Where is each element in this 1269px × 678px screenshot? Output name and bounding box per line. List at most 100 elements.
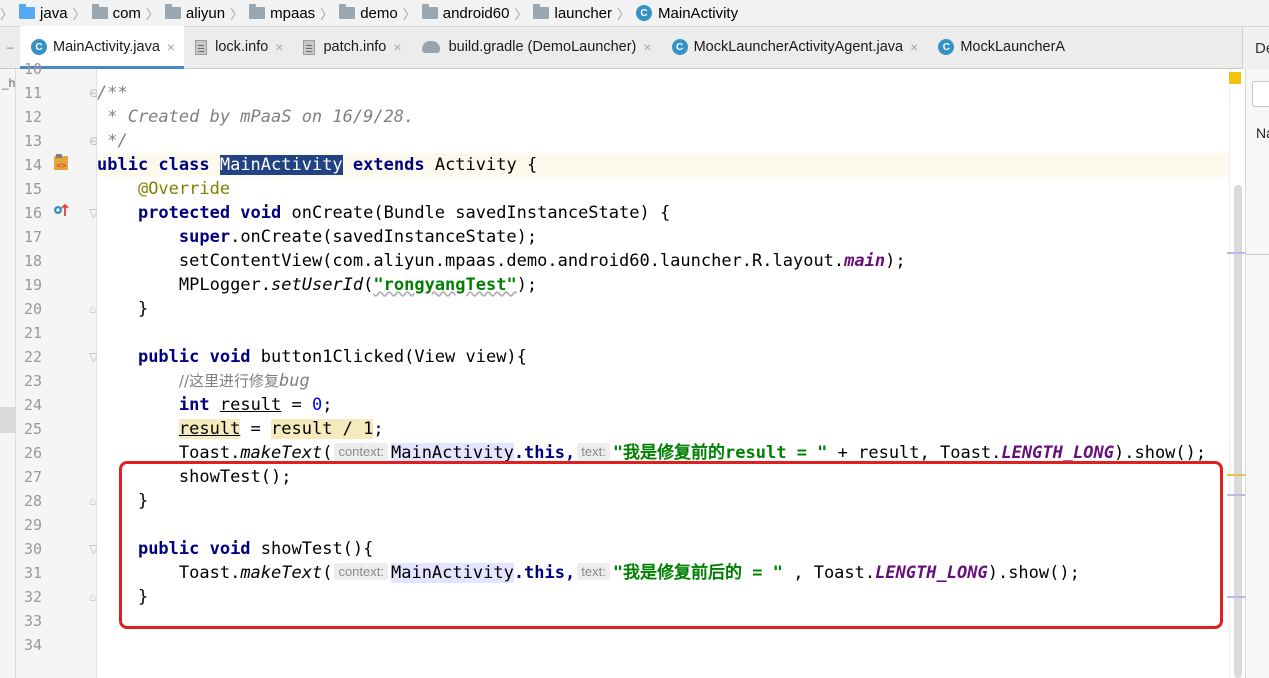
code-line-current: ublic class MainActivity extends Activit… <box>97 153 1229 177</box>
code-text: onCreate(Bundle savedInstanceState) { <box>291 203 671 223</box>
string-literal: "我是修复前的result = " <box>612 443 828 463</box>
breadcrumb-item-android60[interactable]: android60 <box>420 0 509 27</box>
keyword: public void <box>137 539 251 559</box>
line-number: 19 <box>24 276 43 294</box>
line-number: 21 <box>24 324 43 342</box>
right-tool-panel: Na <box>1245 69 1269 678</box>
code-line: result = result / 1; <box>97 417 1229 441</box>
breadcrumb-label: com <box>112 4 141 22</box>
tab-lock-info[interactable]: lock.info × <box>184 26 292 68</box>
line-number: 15 <box>24 180 43 198</box>
close-icon[interactable]: × <box>275 39 283 55</box>
line-number: 33 <box>24 612 43 630</box>
static-method: makeText <box>240 443 323 463</box>
tab-patch-info[interactable]: patch.info × <box>292 26 410 68</box>
code-text: } <box>137 299 149 319</box>
error-stripe-marker[interactable] <box>1227 596 1245 598</box>
tab-build-gradle[interactable]: build.gradle (DemoLauncher) × <box>411 26 661 68</box>
keyword: protected void <box>137 203 282 223</box>
implementation-marker-icon[interactable]: <> <box>52 153 72 182</box>
error-stripe-marker[interactable] <box>1227 494 1245 496</box>
text-file-icon <box>303 39 316 55</box>
code-line: Toast.makeText(context: MainActivity.this… <box>97 561 1229 585</box>
parameter-hint: context: <box>334 443 388 460</box>
breadcrumb-item-mainactivity[interactable]: C MainActivity <box>634 0 738 27</box>
code-text: Activity { <box>434 155 538 175</box>
code-text: + result, Toast. <box>827 443 1002 463</box>
line-number: 11 <box>24 84 43 102</box>
line-number: 17 <box>24 228 43 246</box>
code-line: } <box>97 297 1229 321</box>
editor-gutter[interactable]: 10 11 12 13 14 15 16 17 18 19 20 21 22 2… <box>16 60 99 678</box>
tab-scroll-left[interactable]: – <box>0 26 20 68</box>
tab-label: build.gradle (DemoLauncher) <box>448 39 637 55</box>
breadcrumb-separator: 〉 <box>320 6 334 22</box>
text-file-icon <box>195 39 208 55</box>
code-line: /** <box>97 81 1229 105</box>
line-number: 14 <box>24 156 43 174</box>
comment: //这里进行修复 <box>178 372 279 390</box>
divider <box>1246 254 1269 255</box>
right-tool-tab[interactable]: De <box>1242 27 1269 69</box>
close-icon[interactable]: × <box>393 39 401 55</box>
code-line: */ <box>97 129 1229 153</box>
folder-icon <box>91 4 108 19</box>
breadcrumb-item-com[interactable]: com <box>90 0 141 27</box>
close-icon[interactable]: × <box>910 39 918 55</box>
code-text: ( <box>363 275 374 295</box>
close-icon[interactable]: × <box>167 39 175 55</box>
breadcrumb-item-mpaas[interactable]: mpaas <box>247 0 315 27</box>
static-field: LENGTH_LONG <box>1001 443 1114 463</box>
code-line: Toast.makeText(context: MainActivity.this… <box>97 441 1229 465</box>
breadcrumb-item-demo[interactable]: demo <box>337 0 398 27</box>
close-icon[interactable]: × <box>643 39 651 55</box>
panel-button[interactable] <box>1252 81 1269 107</box>
code-text: showTest(); <box>178 467 292 487</box>
parameter-hint: text: <box>577 563 610 580</box>
code-line: public void button1Clicked(View view){ <box>97 345 1229 369</box>
code-text: ); <box>885 251 906 271</box>
code-editor[interactable]: /** * Created by mPaaS on 16/9/28. */ ub… <box>97 69 1229 678</box>
code-line: //这里进行修复bug <box>97 369 1229 393</box>
vertical-scrollbar[interactable] <box>1234 185 1242 678</box>
variable: result <box>219 395 282 415</box>
line-number: 28 <box>24 492 43 510</box>
tab-mocklauncheractivityagent-java[interactable]: C MockLauncherActivityAgent.java × <box>661 26 928 68</box>
code-text: ( <box>322 563 333 583</box>
line-number: 32 <box>24 588 43 606</box>
breadcrumb-label: launcher <box>554 4 613 22</box>
keyword: .this, <box>513 443 576 463</box>
error-stripe-marker[interactable] <box>1227 474 1245 476</box>
code-text: } <box>137 491 149 511</box>
breadcrumb-item-launcher[interactable]: launcher <box>531 0 612 27</box>
static-field: main <box>844 251 886 271</box>
breadcrumb-label: MainActivity <box>658 4 739 22</box>
breadcrumb-separator: 〉 <box>230 6 244 22</box>
code-text: button1Clicked(View view){ <box>260 347 527 367</box>
parameter-hint: text: <box>577 443 610 460</box>
line-number: 20 <box>24 300 43 318</box>
code-text: = <box>240 419 272 439</box>
code-text: = <box>281 395 312 415</box>
code-text: , Toast. <box>783 563 876 583</box>
error-stripe-marker[interactable] <box>1227 252 1245 254</box>
code-line: * Created by mPaaS on 16/9/28. <box>97 105 1229 129</box>
class-icon: C <box>31 39 47 55</box>
project-panel-selection <box>0 407 16 433</box>
class-icon: C <box>636 5 653 21</box>
tab-label: MockLauncherA <box>960 39 1066 55</box>
folder-icon <box>164 4 181 19</box>
warning-indicator-icon[interactable] <box>1229 72 1241 84</box>
line-number: 31 <box>24 564 43 582</box>
project-panel-edge: _h <box>0 69 16 678</box>
keyword: super <box>178 227 231 247</box>
override-marker-icon[interactable] <box>53 201 71 228</box>
folder-icon <box>19 4 36 19</box>
code-line: } <box>97 585 1229 609</box>
folder-icon <box>249 4 266 19</box>
folder-icon <box>533 4 550 19</box>
breadcrumb-item-aliyun[interactable]: aliyun <box>163 0 225 27</box>
breadcrumb-item-java[interactable]: java <box>17 0 68 27</box>
tab-mocklaunchera[interactable]: C MockLauncherA <box>927 26 1074 68</box>
code-text: setContentView(com.aliyun.mpaas.demo.and… <box>178 251 845 271</box>
